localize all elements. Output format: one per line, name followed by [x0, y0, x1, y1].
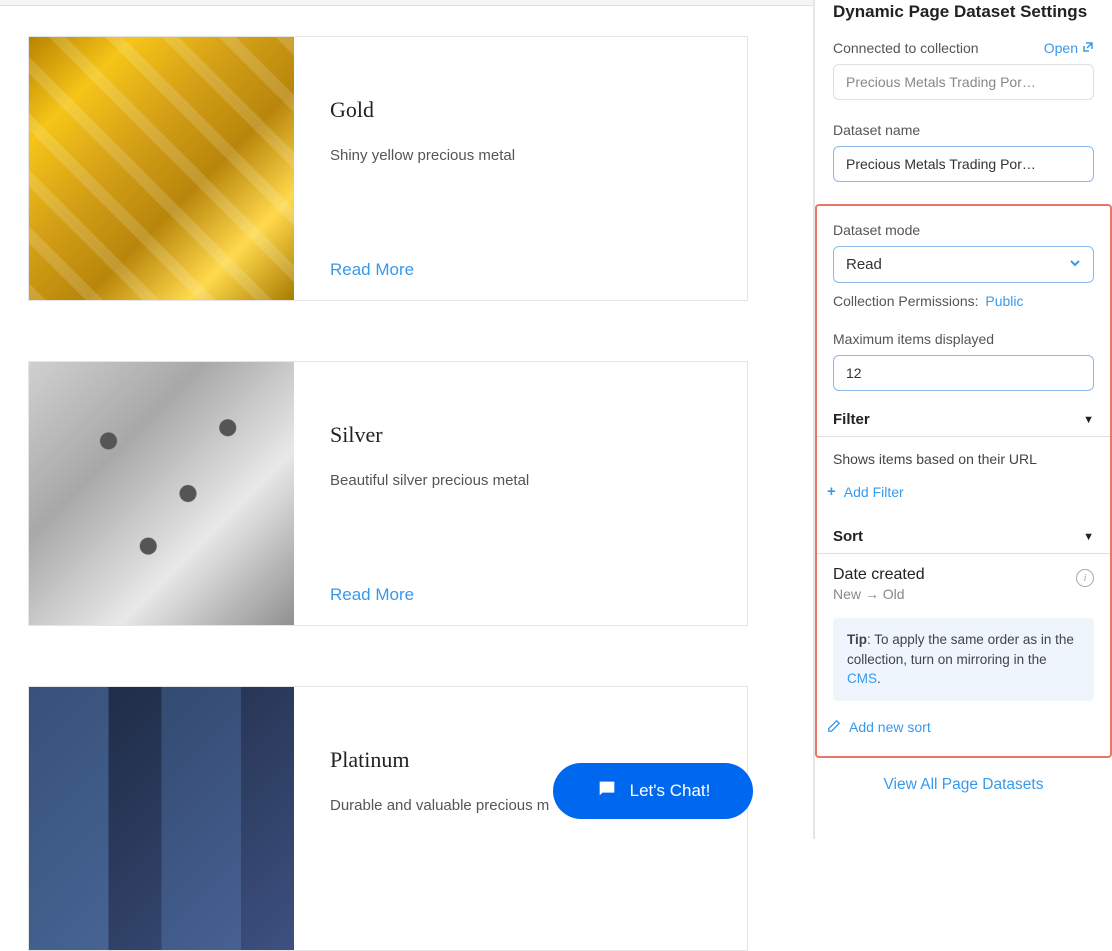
item-description: Shiny yellow precious metal: [330, 145, 711, 166]
caret-down-icon: ▼: [1083, 531, 1094, 543]
open-collection-link[interactable]: Open: [1044, 40, 1094, 56]
settings-panel: Dynamic Page Dataset Settings Connected …: [814, 0, 1112, 839]
panel-title: Dynamic Page Dataset Settings: [833, 0, 1094, 40]
collection-field[interactable]: Precious Metals Trading Por…: [833, 64, 1094, 100]
item-description: Beautiful silver precious metal: [330, 470, 711, 491]
top-strip: [0, 0, 813, 6]
add-filter-button[interactable]: + Add Filter: [827, 475, 904, 508]
permissions-row: Collection Permissions: Public: [833, 293, 1094, 309]
read-more-link[interactable]: Read More: [330, 220, 711, 280]
filter-section-header[interactable]: Filter ▼: [817, 403, 1110, 437]
permissions-link[interactable]: Public: [985, 293, 1023, 309]
item-image[interactable]: [29, 687, 294, 950]
chat-button[interactable]: Let's Chat!: [553, 763, 753, 819]
highlighted-section: Dataset mode Read Collection Permissions…: [815, 204, 1112, 758]
item-image[interactable]: [29, 37, 294, 300]
sort-field: Date created: [833, 566, 925, 584]
sort-direction: New → Old: [833, 586, 925, 602]
chat-icon: [596, 778, 618, 805]
max-items-label: Maximum items displayed: [833, 331, 1094, 347]
plus-icon: +: [827, 483, 836, 500]
dataset-name-label: Dataset name: [833, 122, 1094, 138]
list-item: Silver Beautiful silver precious metal R…: [28, 361, 748, 626]
info-icon[interactable]: i: [1076, 569, 1094, 587]
list-item: Gold Shiny yellow precious metal Read Mo…: [28, 36, 748, 301]
external-link-icon: [1082, 40, 1094, 56]
chevron-down-icon: [1069, 256, 1081, 273]
sort-section-header[interactable]: Sort ▼: [817, 520, 1110, 554]
item-title: Silver: [330, 422, 711, 448]
cms-link[interactable]: CMS: [847, 671, 877, 686]
dataset-mode-select[interactable]: Read: [833, 246, 1094, 283]
max-items-input[interactable]: 12: [833, 355, 1094, 391]
dataset-name-input[interactable]: Precious Metals Trading Por…: [833, 146, 1094, 182]
canvas: Gold Shiny yellow precious metal Read Mo…: [0, 0, 814, 839]
chat-label: Let's Chat!: [630, 781, 711, 801]
caret-down-icon: ▼: [1083, 414, 1094, 426]
tip-box: Tip: To apply the same order as in the c…: [833, 618, 1094, 701]
dataset-mode-label: Dataset mode: [833, 222, 1094, 238]
filter-description: Shows items based on their URL: [833, 437, 1110, 475]
add-sort-button[interactable]: Add new sort: [827, 711, 931, 744]
sort-item[interactable]: Date created New → Old i: [833, 554, 1094, 602]
item-image[interactable]: [29, 362, 294, 625]
connected-label: Connected to collection: [833, 40, 979, 56]
item-title: Gold: [330, 97, 711, 123]
pencil-icon: [827, 719, 841, 736]
read-more-link[interactable]: Read More: [330, 545, 711, 605]
view-all-datasets-link[interactable]: View All Page Datasets: [833, 758, 1094, 794]
dataset-mode-value: Read: [846, 256, 882, 273]
